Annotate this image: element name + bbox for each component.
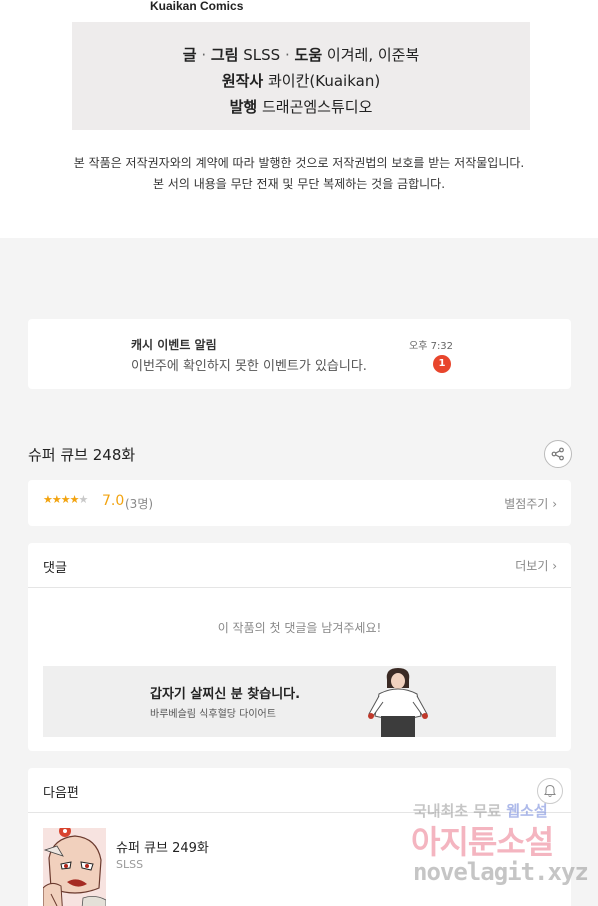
next-episode-title[interactable]: 슈퍼 큐브 249화 (116, 837, 209, 856)
star-rating: ★★★★★ (43, 493, 89, 506)
copyright-notice: 본 작품은 저작권자와의 계약에 따라 발행한 것으로 저작권법의 보호를 받는… (0, 153, 598, 195)
rating-bar: ★★★★★ 7.0 (3명) 별점주기 › (28, 480, 571, 526)
chevron-right-icon: › (552, 497, 557, 511)
share-icon (551, 447, 564, 461)
watermark-url: novelagit.xyz (413, 858, 589, 886)
share-button[interactable] (544, 440, 572, 468)
ad-title: 갑자기 살찌신 분 찾습니다. (150, 687, 301, 702)
credit-key-story: 글 (182, 46, 197, 64)
rate-button[interactable]: 별점주기 › (504, 495, 557, 512)
rating-score: 7.0 (102, 493, 125, 509)
episode-title: 슈퍼 큐브 248화 (28, 446, 136, 464)
bell-icon (544, 784, 556, 797)
ad-subtitle: 바루베슬림 식후혈당 다이어트 (150, 709, 276, 720)
credit-key-publisher: 발행 (229, 98, 258, 116)
credit-key-art: 그림 (210, 46, 239, 64)
credit-line-writers: 글 · 그림 SLSS · 도움 이겨레, 이준복 (72, 42, 530, 68)
copyright-line: 본 서의 내용을 무단 전재 및 무단 복제하는 것을 금합니다. (152, 177, 446, 191)
notification-title: 캐시 이벤트 알림 (131, 338, 217, 352)
comments-section: 댓글 더보기 › 이 작품의 첫 댓글을 남겨주세요! 갑자기 살찌신 분 찾습… (28, 543, 571, 751)
credit-value-original: 콰이칸(Kuaikan) (268, 72, 381, 90)
credit-key-assist: 도움 (294, 46, 323, 64)
next-episode-author: SLSS (116, 858, 144, 871)
credits-box: 글 · 그림 SLSS · 도움 이겨레, 이준복 원작사 콰이칸(Kuaika… (72, 22, 530, 130)
star-full-icon: ★ (51, 493, 62, 506)
credit-value-publisher: 드래곤엠스튜디오 (261, 98, 373, 116)
star-full-icon: ★ (43, 493, 53, 506)
credit-value-assistants: 이겨레, 이준복 (326, 46, 420, 64)
credit-separator: · (284, 46, 290, 64)
notification-time: 오후 7:32 (409, 341, 454, 352)
advertisement-banner[interactable]: 갑자기 살찌신 분 찾습니다. 바루베슬림 식후혈당 다이어트 (43, 666, 556, 737)
credit-value-author: SLSS (243, 46, 281, 64)
star-half-icon: ★ (69, 493, 80, 506)
rate-button-label: 별점주기 (504, 497, 549, 511)
chevron-right-icon: › (552, 559, 557, 573)
notification-count-badge: 1 (433, 355, 451, 373)
comic-character-image (43, 828, 106, 906)
credit-line-original: 원작사 콰이칸(Kuaikan) (72, 68, 530, 94)
publisher-label: Kuaikan Comics (150, 0, 244, 13)
copyright-line: 본 작품은 저작권자와의 계약에 따라 발행한 것으로 저작권법의 보호를 받는… (73, 156, 525, 170)
comments-header: 댓글 더보기 › (28, 543, 571, 588)
comments-more-button[interactable]: 더보기 › (515, 557, 557, 574)
next-episode-heading: 다음편 (43, 786, 79, 801)
episode-credits-section: Kuaikan Comics 글 · 그림 SLSS · 도움 이겨레, 이준복… (0, 0, 598, 238)
star-empty-icon: ★ (78, 493, 89, 506)
next-episode-thumbnail[interactable] (43, 828, 106, 906)
cash-event-notification[interactable]: 캐시 이벤트 알림 이번주에 확인하지 못한 이벤트가 있습니다. 오후 7:3… (28, 319, 571, 389)
comments-title: 댓글 (43, 561, 67, 576)
credit-separator: · (201, 46, 207, 64)
rating-count: (3명) (125, 497, 154, 511)
more-button-label: 더보기 (515, 559, 549, 573)
credit-line-publisher: 발행 드래곤엠스튜디오 (72, 94, 530, 120)
star-full-icon: ★ (60, 493, 71, 506)
ad-person-illustration (368, 668, 428, 737)
site-watermark: 국내최초 무료 웹소설 아지툰소설 novelagit.xyz (411, 800, 589, 890)
watermark-brand: 아지툰소설 (411, 823, 554, 861)
empty-comments-message: 이 작품의 첫 댓글을 남겨주세요! (217, 621, 382, 635)
credit-key-original: 원작사 (221, 72, 264, 90)
notification-message: 이번주에 확인하지 못한 이벤트가 있습니다. (131, 359, 367, 374)
